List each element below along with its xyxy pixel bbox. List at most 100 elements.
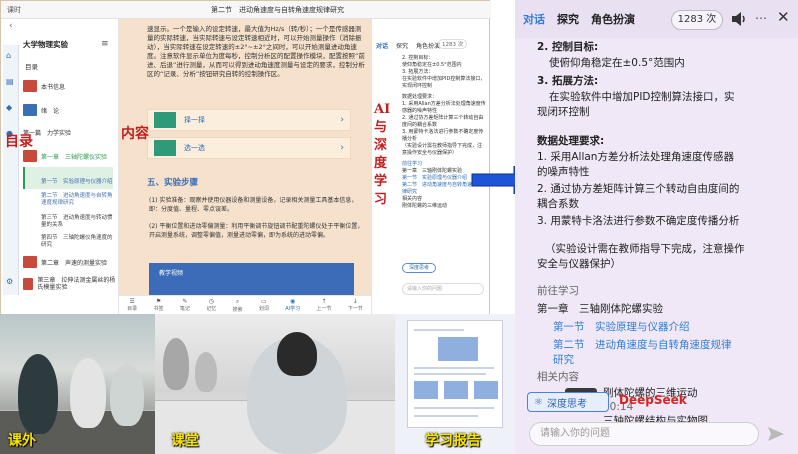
toolbar-label: 书签 <box>153 306 164 312</box>
chevron-right-icon: › <box>340 142 344 153</box>
more-options-icon[interactable]: ⋯ <box>755 11 767 25</box>
section-link[interactable]: 研究 <box>553 353 574 368</box>
report-line <box>414 407 494 409</box>
question-input[interactable]: 请输入你的问题 <box>529 422 759 446</box>
message-line: 数据处理要求： <box>402 94 438 100</box>
speaker-icon[interactable] <box>731 10 747 28</box>
overlay-label-content: 内容 <box>121 126 149 142</box>
chapter-thumb-icon <box>23 278 34 290</box>
toolbar-prev[interactable]: ↑ 上一节 <box>316 298 331 312</box>
photo-caption: 学习报告 <box>425 433 481 449</box>
report-figure <box>474 381 498 399</box>
message-line: 2. 通过协方差矩阵计算三个转动自由度间的 <box>537 183 740 195</box>
sidebar-item-chapter-one[interactable]: 第一章 三轴陀螺仪实验 <box>23 149 107 163</box>
photo-outside-class: 课外 <box>0 314 155 454</box>
toolbar-highlight[interactable]: ▭ 划词 <box>259 298 269 312</box>
question-input-mini[interactable]: 请输入你的问题 <box>402 283 484 295</box>
exercise-card-select[interactable]: 选一选 › <box>147 137 351 159</box>
deep-think-label: 深度思考 <box>546 398 587 410</box>
chapter-thumb-icon <box>23 256 37 268</box>
chapter-link[interactable]: 第一章 三轴刚体陀螺实验 <box>537 302 663 317</box>
settings-icon[interactable]: ⚙ <box>6 277 13 286</box>
sidebar-item-label: 绪 论 <box>41 107 60 115</box>
tab-roleplay[interactable]: 角色扮演 <box>416 41 440 50</box>
toolbar-toc[interactable]: ☰ 目录 <box>127 298 137 312</box>
ai-panel-tabs: 对话 探究 角色扮演 <box>376 41 440 50</box>
exercise-card-choose[interactable]: 择一择 › <box>147 109 351 131</box>
sidebar-subitem[interactable]: 第三节 进动角速度与转动惯量的关系 <box>41 215 115 229</box>
student-head <box>277 332 317 376</box>
student-figure <box>163 338 189 390</box>
message-line: 3. 拓展方法: <box>537 75 599 87</box>
tab-chat[interactable]: 对话 <box>523 11 545 27</box>
sidebar-item-chapter-three[interactable]: 第三章 拉伸法测金属丝的杨氏模量实验 <box>23 277 117 291</box>
toc-sidebar: ‹ 大学物理实验 ≡ 目录 本书信息 绪 论 第一篇 力学实验 第一章 三轴陀螺… <box>1 19 119 314</box>
tab-explore[interactable]: 探究 <box>557 11 579 27</box>
toolbar-ai[interactable]: ◉ AI学习 <box>285 298 300 312</box>
search-icon: ⌕ <box>235 297 240 305</box>
reader-titlebar: 课时 第二节 进动角速度与自转角速度规律研究 <box>1 1 491 19</box>
step-item: (2) 平衡位置和进动零偏测量：利用平衡调节旋钮调节配重陀螺仪处于平衡位置，开启… <box>149 223 364 239</box>
student-figure <box>18 354 58 434</box>
back-arrow-icon[interactable]: ‹ <box>9 21 13 31</box>
card-label: 选一选 <box>184 143 205 152</box>
sidebar-subitem[interactable]: 第一节 实验原理与仪器介绍 <box>41 179 115 186</box>
go-study-heading: 前往学习 <box>537 285 579 297</box>
toolbar-next[interactable]: ↓ 下一节 <box>348 298 363 312</box>
card-label: 择一择 <box>184 115 205 124</box>
message-line: 在实验软件中增加PID控制算法接口，实 <box>549 91 735 103</box>
toolbar-label: AI学习 <box>285 306 301 312</box>
sidebar-item-label: 本书信息 <box>41 83 66 91</box>
tab-explore[interactable]: 探究 <box>396 41 408 50</box>
exercise-thumb-icon <box>154 112 176 128</box>
chapter-thumb-icon <box>23 104 37 116</box>
toolbar-search[interactable]: ⌕ 搜索 <box>233 298 243 313</box>
message-line: 相关内容 <box>402 196 423 202</box>
usage-count-badge: 1283 次 <box>671 10 723 30</box>
sidebar-item-chapter-two[interactable]: 第二章 声速的测量实验 <box>23 255 107 269</box>
ai-icon: ◉ <box>290 298 296 305</box>
bookmark-rail-icon[interactable]: ◆ <box>6 103 12 112</box>
message-line: 数据处理要求: <box>537 135 605 147</box>
toolbar-label: 划词 <box>258 306 269 312</box>
chapter-title: 第二节 进动角速度与自转角速度规律研究 <box>211 5 344 14</box>
usage-count-badge: 1283 次 <box>438 39 468 49</box>
send-icon[interactable] <box>767 426 785 442</box>
toc-heading: 目录 <box>25 63 38 71</box>
deep-think-button[interactable]: ⚛ 深度思考 <box>527 392 609 412</box>
menu-collapse-icon[interactable]: ≡ <box>101 39 109 49</box>
sidebar-item-book-info[interactable]: 本书信息 <box>23 79 65 93</box>
chat-message-area: 2. 控制目标: 使俯仰角稳定在±0.5°范围内 3. 拓展方法: 在实验软件中… <box>523 38 790 427</box>
toolbar-memory[interactable]: ◷ 记忆 <box>206 298 216 312</box>
section-link[interactable]: 第一节 实验原理与仪器介绍 <box>553 320 690 335</box>
tab-chat[interactable]: 对话 <box>376 41 388 50</box>
message-line: 使仰角稳定在±0.5°范围内 <box>402 62 462 68</box>
message-line: 2. 控制目标: <box>537 41 599 53</box>
tab-roleplay[interactable]: 角色扮演 <box>591 11 635 27</box>
photo-study-report: 学习报告 <box>395 314 515 454</box>
report-document <box>407 320 503 428</box>
reader-bottom-toolbar: ☰ 目录 ⚑ 书签 ✎ 笔记 ◷ 记忆 ⌕ 搜索 ▭ 划词 ◉ AI学习 ↑ 上一节 ↓ 下一节 <box>119 295 371 314</box>
sidebar-subitem-active[interactable]: 第二节 进动角速度与自转角速度规律研究 <box>41 193 115 207</box>
section-link[interactable]: 第二节 进动角速度与自转角速度规律 <box>553 338 732 353</box>
sidebar-item-label: 第二章 声速的测量实验 <box>41 259 108 267</box>
library-icon[interactable]: ▤ <box>6 77 14 86</box>
home-icon[interactable]: ⌂ <box>6 51 11 60</box>
toolbar-label: 上一节 <box>316 306 332 312</box>
message-line: 安全与仪器保护） <box>537 258 621 270</box>
atom-icon: ⚛ <box>534 396 543 408</box>
deep-think-button-mini[interactable]: 深度思考 <box>402 263 436 273</box>
reading-content: 速显示。一个是输入的设定转速，最大值为Hz/s（转/秒）；一个是传感器测量的实际… <box>119 19 371 295</box>
message-line: （实验设计需在教师指导下完成，注意操作 <box>545 243 745 255</box>
report-figure <box>414 381 438 399</box>
close-icon[interactable]: ✕ <box>777 8 790 26</box>
related-item[interactable]: 刚体陀螺的三维运动 <box>402 203 486 210</box>
teaching-video[interactable]: 教学视频 <box>149 263 354 295</box>
toolbar-bookmark[interactable]: ⚑ 书签 <box>154 298 164 312</box>
toolbar-notes[interactable]: ✎ 笔记 <box>180 298 190 312</box>
sidebar-subitem[interactable]: 第四节 三轴陀螺仪角速度的研究 <box>41 235 115 249</box>
memory-icon: ◷ <box>208 298 214 305</box>
app-name: 课时 <box>7 5 21 14</box>
sidebar-item-intro[interactable]: 绪 论 <box>23 103 59 117</box>
ebook-reader-window: 课时 第二节 进动角速度与自转角速度规律研究 ‹ 大学物理实验 ≡ 目录 本书信… <box>0 0 491 314</box>
